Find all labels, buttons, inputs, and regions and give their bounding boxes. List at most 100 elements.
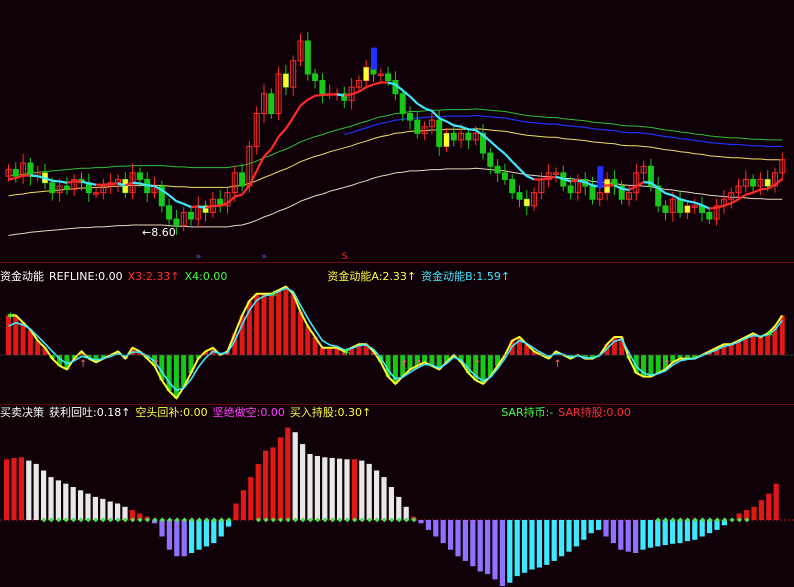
signal-legend-item: 获利回吐:0.18↑ (49, 406, 131, 419)
ma-fast-segment (570, 179, 578, 183)
decision-bar (248, 477, 254, 520)
ma-fast-segment (66, 180, 75, 184)
ma-fast-segment (255, 155, 265, 172)
decision-bar (307, 454, 313, 520)
ma-fast-segment (628, 185, 637, 191)
decision-bar (655, 520, 661, 547)
ma-fast-segment (277, 127, 287, 138)
signal-legend-item: 买卖决策 (0, 406, 44, 419)
decision-bar (477, 520, 483, 572)
up-arrow-icon: ↑ (554, 359, 562, 370)
ma-fast-segment (234, 193, 243, 198)
decision-bar (337, 458, 343, 520)
star-signal-icon: ✶ (269, 288, 278, 301)
low-price-label: ←8.60 (142, 226, 176, 239)
candle-body (312, 73, 319, 82)
decision-bar (233, 503, 239, 520)
decision-bar (100, 498, 106, 520)
decision-bar (462, 520, 468, 561)
signal-panel[interactable]: 买卖决策 获利回吐:0.18↑ 空头回补:0.00 坚绝做空:0.00 买入持股:0.3… (0, 405, 794, 587)
signal-legend-item: 空头回补:0.00 (135, 406, 208, 419)
decision-bar (381, 477, 387, 520)
s-marker-icon: S (342, 252, 348, 262)
momentum-bar (757, 337, 763, 355)
decision-bar (418, 520, 424, 524)
ma-fast-segment (496, 146, 506, 155)
decision-bar (374, 470, 380, 520)
decision-bar (240, 490, 246, 520)
price-panel[interactable]: » » S ←8.60 (0, 0, 794, 262)
decision-bar (573, 520, 579, 547)
decision-bar (485, 520, 491, 575)
ma-fast-segment (322, 93, 330, 97)
decision-bar (63, 483, 69, 520)
momentum-bar (173, 355, 179, 399)
momentum-bar (648, 355, 654, 377)
decision-bar (559, 520, 565, 557)
ma-fast-segment (730, 198, 740, 205)
ma-fast-segment (344, 93, 352, 97)
decision-bar (551, 520, 557, 561)
candle-body (399, 93, 406, 115)
arrow-marker-icon: » (262, 252, 268, 262)
ma-fast-segment (409, 95, 419, 105)
ma-fast-segment (709, 206, 717, 210)
candle-body (319, 80, 326, 95)
decision-bar (85, 493, 91, 520)
ma-fast-segment (351, 90, 360, 96)
candle-body (414, 119, 421, 134)
decision-bar (388, 487, 394, 520)
candle-body (662, 205, 669, 213)
ma-fast-segment (30, 174, 38, 178)
candle-body (494, 165, 501, 174)
ma-fast-segment (723, 202, 732, 207)
candle-body (450, 132, 457, 141)
decision-bar (662, 520, 668, 546)
ma-fast-segment (241, 184, 251, 196)
ma-fast-segment (358, 86, 367, 93)
candle-body (268, 93, 275, 115)
decision-bar (166, 520, 172, 550)
decision-bar (55, 480, 61, 520)
decision-bar (581, 520, 587, 540)
money-legend-item: 资金动能B:1.59↑ (421, 270, 511, 283)
decision-bar (300, 444, 306, 520)
decision-bar (322, 457, 328, 520)
ma-fast-segment (373, 81, 382, 86)
momentum-bar (319, 347, 325, 355)
decision-bar (203, 520, 209, 547)
decision-bar (218, 520, 224, 537)
candle-body (63, 185, 70, 190)
candlestick-chart: » » S (5, 31, 786, 262)
decision-bar (425, 520, 431, 530)
ma-fast-segment (745, 191, 754, 196)
decision-bar (48, 477, 54, 520)
decision-bar (255, 463, 261, 520)
decision-bar (196, 520, 202, 550)
up-arrow-icon: ↑ (663, 359, 671, 370)
decision-bar (751, 506, 757, 520)
money-panel[interactable]: ✶ ✶ ✶ ✶ ↑ ↑ ↑ ↑ ↑ ↑ ↑ 资金动能 REFLINE:0.00 X3:2.33↑ X4:0… (0, 267, 794, 403)
ma-green-line (8, 108, 783, 177)
decision-bar (440, 520, 446, 544)
candle-body (304, 40, 311, 75)
candle-body (12, 169, 19, 177)
candle-body (173, 218, 180, 227)
decision-bar (41, 470, 47, 520)
candle-body (567, 185, 574, 194)
ma-fast-segment (284, 116, 295, 130)
signal-legend: 买卖决策 获利回吐:0.18↑ 空头回补:0.00 坚绝做空:0.00 买入持股:0.3… (0, 406, 636, 420)
ma-fast-segment (687, 200, 695, 204)
ma-fast-segment (88, 182, 97, 186)
decision-bar (26, 460, 32, 520)
star-signal-icon: ✶ (6, 309, 15, 322)
decision-bar (647, 520, 653, 548)
ma-fast-segment (183, 202, 192, 209)
ma-fast-segment (270, 136, 280, 150)
sar-dot (729, 517, 735, 523)
decision-bar (773, 483, 779, 520)
decision-bar (692, 520, 698, 540)
candle-body (589, 185, 596, 200)
candle-body (465, 132, 472, 141)
ma-fast-segment (468, 128, 476, 132)
